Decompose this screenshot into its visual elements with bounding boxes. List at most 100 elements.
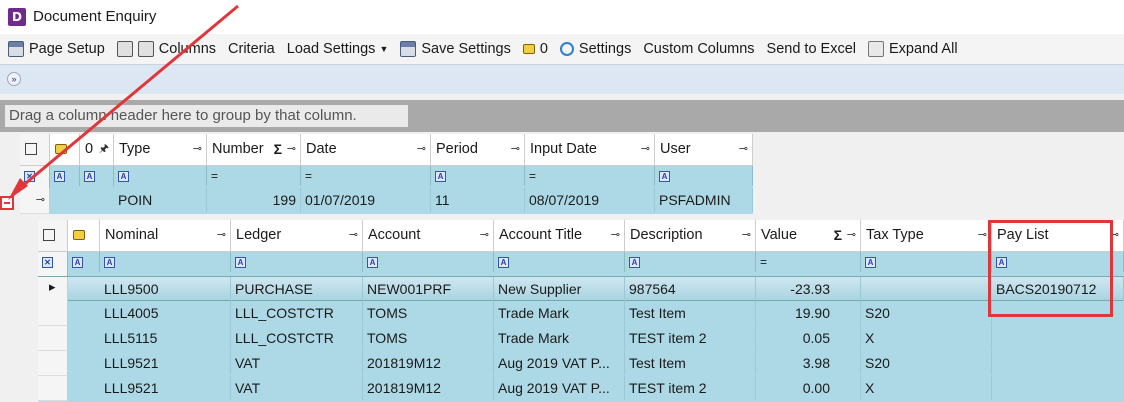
save-settings-icon[interactable]: [400, 41, 417, 57]
cell-value[interactable]: -23.93: [756, 277, 861, 301]
pin-icon[interactable]: ⊸: [287, 134, 296, 164]
row-selector[interactable]: [38, 351, 68, 376]
table-row[interactable]: LLL5115 LLL_COSTCTR TOMS Trade Mark TEST ite…: [38, 326, 1124, 351]
filter-cell-description[interactable]: A: [625, 252, 756, 272]
column-header-account-title[interactable]: Account Title ⊸: [494, 220, 625, 252]
criteria-button[interactable]: Criteria: [228, 41, 275, 57]
cell-nominal[interactable]: LLL4005: [100, 301, 231, 325]
filter-cell[interactable]: A: [80, 166, 114, 186]
column-header-date[interactable]: Date ⊸: [301, 134, 431, 166]
table-row[interactable]: ▸ LLL9500 PURCHASE NEW001PRF New Supplier 987…: [38, 276, 1124, 302]
cell-ledger[interactable]: LLL_COSTCTR: [231, 326, 363, 350]
pin-icon[interactable]: ⊸: [611, 220, 620, 250]
cell-account[interactable]: NEW001PRF: [363, 277, 494, 301]
table-row[interactable]: ⊸ POIN 199 01/07/2019 11 08/07/2019 PSFA…: [20, 188, 753, 214]
cell-tax-type[interactable]: S20: [861, 351, 992, 375]
filter-cell-input-date[interactable]: =: [525, 166, 655, 186]
pin-icon[interactable]: ⊸: [847, 220, 856, 250]
settings-button[interactable]: Settings: [579, 41, 631, 57]
group-by-panel[interactable]: Drag a column header here to group by th…: [0, 100, 1124, 132]
filter-cell[interactable]: A: [68, 252, 100, 272]
cell-description[interactable]: TEST item 2: [625, 376, 756, 400]
filter-cell-nominal[interactable]: A: [100, 252, 231, 272]
cell-account-title[interactable]: Trade Mark: [494, 326, 625, 350]
cell-account-title[interactable]: Aug 2019 VAT P...: [494, 351, 625, 375]
cell-account-title[interactable]: Aug 2019 VAT P...: [494, 376, 625, 400]
cell-account[interactable]: 201819M12: [363, 351, 494, 375]
cell-account-title[interactable]: Trade Mark: [494, 301, 625, 325]
cell-value[interactable]: 19.90: [756, 301, 861, 325]
cell-description[interactable]: Test Item: [625, 301, 756, 325]
cell-description[interactable]: TEST item 2: [625, 326, 756, 350]
table-row[interactable]: LLL4005 LLL_COSTCTR TOMS Trade Mark Test Ite…: [38, 301, 1124, 326]
column-header-description[interactable]: Description ⊸: [625, 220, 756, 252]
column-header-number[interactable]: Number Σ ⊸: [207, 134, 301, 166]
cell-tax-type[interactable]: S20: [861, 301, 992, 325]
filter-cell-value[interactable]: =: [756, 252, 861, 272]
print-preview-icon[interactable]: [137, 41, 154, 57]
filter-cell-account[interactable]: A: [363, 252, 494, 272]
columns-button[interactable]: Columns: [159, 41, 216, 57]
row-selector[interactable]: ⊸: [20, 188, 50, 214]
zero-column-header[interactable]: 0 🖈: [80, 134, 114, 166]
filter-cell-number[interactable]: =: [207, 166, 301, 186]
pin-icon[interactable]: ⊸: [193, 134, 202, 164]
pin-icon[interactable]: ⊸: [742, 220, 751, 250]
pin-icon[interactable]: ⊸: [511, 134, 520, 164]
cell-value[interactable]: 0.00: [756, 376, 861, 400]
column-chooser-button[interactable]: [20, 134, 50, 166]
save-settings-button[interactable]: Save Settings: [421, 41, 510, 57]
column-header-input-date[interactable]: Input Date ⊸: [525, 134, 655, 166]
page-setup-button[interactable]: Page Setup: [29, 41, 105, 57]
row-selector[interactable]: [38, 326, 68, 351]
table-row[interactable]: LLL9521 VAT 201819M12 Aug 2019 VAT P... Test…: [38, 351, 1124, 376]
column-header-ledger[interactable]: Ledger ⊸: [231, 220, 363, 252]
filter-cell-account-title[interactable]: A: [494, 252, 625, 272]
cell-user[interactable]: PSFADMIN: [655, 188, 753, 212]
custom-columns-button[interactable]: Custom Columns: [643, 41, 754, 57]
column-header-value[interactable]: Value Σ ⊸: [756, 220, 861, 252]
cell-period[interactable]: 11: [431, 188, 525, 212]
cell-nominal[interactable]: LLL9500: [100, 277, 231, 301]
cell-value[interactable]: 3.98: [756, 351, 861, 375]
cell-input-date[interactable]: 08/07/2019: [525, 188, 655, 212]
pin-icon[interactable]: ⊸: [739, 134, 748, 164]
cell-account[interactable]: TOMS: [363, 326, 494, 350]
load-settings-button[interactable]: Load Settings ▼: [287, 41, 389, 57]
filter-cell[interactable]: A: [50, 166, 80, 186]
refresh-icon[interactable]: [559, 42, 574, 56]
cell-nominal[interactable]: LLL9521: [100, 351, 231, 375]
cell-nominal[interactable]: LLL5115: [100, 326, 231, 350]
row-selector[interactable]: [38, 376, 68, 401]
column-header-type[interactable]: Type ⊸: [114, 134, 207, 166]
cell-number[interactable]: 199: [207, 188, 301, 212]
column-header-user[interactable]: User ⊸: [655, 134, 753, 166]
pin-icon[interactable]: 🖈: [99, 134, 109, 164]
filter-cell-tax-type[interactable]: A: [861, 252, 992, 272]
row-selector[interactable]: ▸: [38, 277, 68, 302]
cell-account-title[interactable]: New Supplier: [494, 277, 625, 301]
cell-description[interactable]: 987564: [625, 277, 756, 301]
cell-ledger[interactable]: LLL_COSTCTR: [231, 301, 363, 325]
filter-cell-user[interactable]: A: [655, 166, 753, 186]
filter-cell-date[interactable]: =: [301, 166, 431, 186]
clear-filter-button[interactable]: ✕: [20, 166, 50, 188]
expand-all-icon[interactable]: [868, 41, 885, 57]
filter-cell-ledger[interactable]: A: [231, 252, 363, 272]
cell-value[interactable]: 0.05: [756, 326, 861, 350]
cell-ledger[interactable]: PURCHASE: [231, 277, 363, 301]
pin-icon[interactable]: ⊸: [978, 220, 987, 250]
pin-icon[interactable]: ⊸: [641, 134, 650, 164]
column-header-period[interactable]: Period ⊸: [431, 134, 525, 166]
cell-type[interactable]: POIN: [114, 188, 207, 212]
cell-ledger[interactable]: VAT: [231, 376, 363, 400]
cell-ledger[interactable]: VAT: [231, 351, 363, 375]
save-icon[interactable]: [8, 41, 24, 57]
note-column-header[interactable]: [50, 134, 80, 166]
column-header-tax-type[interactable]: Tax Type ⊸: [861, 220, 992, 252]
pin-icon[interactable]: ⊸: [417, 134, 426, 164]
cell-tax-type[interactable]: X: [861, 326, 992, 350]
chevron-down-icon[interactable]: »: [7, 72, 21, 86]
table-row[interactable]: LLL9521 VAT 201819M12 Aug 2019 VAT P... TEST…: [38, 376, 1124, 401]
expand-all-button[interactable]: Expand All: [889, 41, 958, 57]
